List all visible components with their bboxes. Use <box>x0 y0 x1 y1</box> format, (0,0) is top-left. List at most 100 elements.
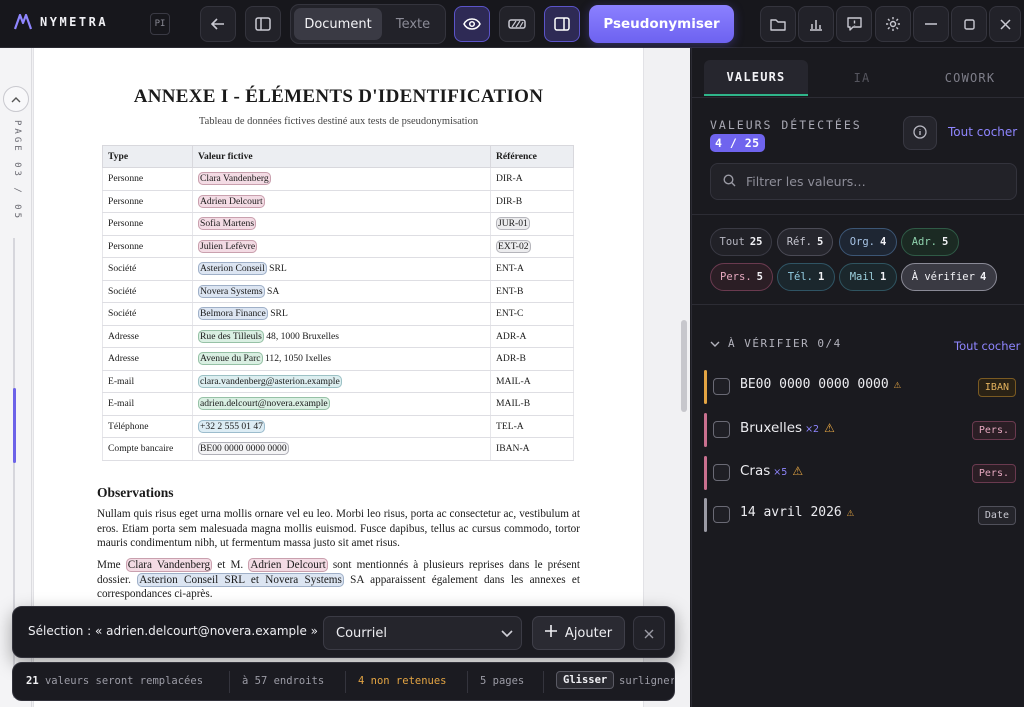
highlight-tel[interactable]: +32 2 555 01 47 <box>198 419 265 433</box>
value-checkbox[interactable] <box>713 506 730 523</box>
cell-value: Novera Systems SA <box>192 280 491 303</box>
add-button[interactable]: Ajouter <box>532 616 625 650</box>
filter-chip-ref[interactable]: Réf. 5 <box>777 228 833 256</box>
cell-reference: ADR-B <box>490 347 574 371</box>
highlight-organization[interactable]: Asterion Conseil SRL et Novera Systems <box>137 572 344 587</box>
highlight-adr[interactable]: Rue des Tilleuls <box>198 329 264 343</box>
maximize-icon <box>963 18 975 30</box>
chip-label: Mail <box>849 271 875 283</box>
chip-count: 5 <box>941 236 949 248</box>
add-button-label: Ajouter <box>564 625 613 641</box>
chip-label: Réf. <box>786 236 812 248</box>
filter-chip-all[interactable]: Tout 25 <box>710 228 772 256</box>
pseudonymize-button[interactable]: Pseudonymiser <box>589 5 734 43</box>
sidebar-toggle-button[interactable] <box>245 6 281 42</box>
mask-toggle-button[interactable] <box>499 6 535 42</box>
tab-ai[interactable]: IA <box>817 60 907 96</box>
identification-table: Type Valeur fictive Référence Personne Cl… <box>102 145 574 461</box>
close-icon <box>644 624 654 643</box>
cell-type: Société <box>102 257 193 281</box>
reference-value: ADR-A <box>496 330 527 342</box>
value-checkbox[interactable] <box>713 378 730 395</box>
settings-button[interactable] <box>875 6 911 42</box>
highlight-mail[interactable]: clara.vandenberg@asterion.example <box>198 374 342 388</box>
tab-cowork[interactable]: COWORK <box>924 60 1016 96</box>
highlight-adr[interactable]: adrien.delcourt@novera.example <box>198 397 330 411</box>
view-switcher: Document Texte <box>290 4 446 44</box>
highlight-adr[interactable]: Avenue du Parc <box>198 352 263 366</box>
close-window-button[interactable] <box>989 6 1021 42</box>
document-scrollbar[interactable] <box>681 320 687 412</box>
cell-reference: EXT-02 <box>490 235 574 258</box>
highlight-org[interactable]: Asterion Conseil <box>198 262 267 276</box>
chevron-up-icon <box>11 93 21 106</box>
reference-value[interactable]: EXT-02 <box>496 239 531 253</box>
view-tab-text[interactable]: Texte <box>384 8 442 40</box>
open-folder-button[interactable] <box>760 6 796 42</box>
panel-divider <box>692 214 1024 215</box>
to-verify-section-toggle[interactable]: À VÉRIFIER 0/4 <box>710 337 842 350</box>
back-button[interactable] <box>200 6 236 42</box>
view-tab-document[interactable]: Document <box>294 8 382 40</box>
info-button[interactable] <box>903 116 937 150</box>
value-row[interactable]: Bruxelles ×2 ⚠ Pers. <box>692 409 1024 451</box>
eye-icon <box>463 18 481 30</box>
chip-count: 5 <box>816 236 824 248</box>
cell-value: clara.vandenberg@asterion.example <box>192 370 491 393</box>
highlight-iban[interactable]: BE00 0000 0000 0000 <box>198 442 289 456</box>
cell-type: Personne <box>102 212 193 236</box>
para-text: et M. <box>212 559 249 571</box>
section-title: À VÉRIFIER 0/4 <box>728 337 842 350</box>
reference-value[interactable]: JUR-01 <box>496 217 530 231</box>
chip-label: Pers. <box>720 271 752 283</box>
highlight-person[interactable]: Clara Vandenberg <box>125 558 213 572</box>
warning-icon: ⚠ <box>824 421 835 435</box>
chip-label: Adr. <box>911 236 937 248</box>
dismiss-selection-button[interactable] <box>633 616 665 650</box>
panel-toggle-button[interactable] <box>544 6 580 42</box>
stats-button[interactable] <box>798 6 834 42</box>
value-row[interactable]: 14 avril 2026 ⚠ Date <box>692 494 1024 536</box>
value-row[interactable]: BE00 0000 0000 0000 ⚠ IBAN <box>692 366 1024 408</box>
collapse-pages-button[interactable] <box>3 86 29 112</box>
tab-values[interactable]: VALEURS <box>704 60 808 96</box>
comments-button[interactable] <box>836 6 872 42</box>
cell-value: Adrien Delcourt <box>192 190 491 213</box>
highlight-org[interactable]: Belmora Finance <box>198 307 268 321</box>
table-row: Adresse Avenue du Parc 112, 1050 Ixelles A… <box>102 347 574 371</box>
highlight-org[interactable]: Novera Systems <box>198 284 265 298</box>
document-title: ANNEXE I - ÉLÉMENTS D'IDENTIFICATION <box>133 86 544 107</box>
value-checkbox[interactable] <box>713 421 730 438</box>
filter-chip-org[interactable]: Org. 4 <box>839 228 897 256</box>
section-check-all-link[interactable]: Tout cocher <box>954 339 1020 353</box>
filter-chip-adr[interactable]: Adr. 5 <box>901 228 959 256</box>
filter-chip-mail[interactable]: Mail 1 <box>839 263 897 291</box>
page-track-thumb[interactable] <box>13 388 16 463</box>
chip-count: 1 <box>817 271 825 283</box>
maximize-button[interactable] <box>951 6 987 42</box>
value-text: Cras <box>740 463 771 479</box>
category-select[interactable]: Courriel <box>323 616 522 650</box>
cell-value-suffix: SRL <box>267 308 288 320</box>
table-row: E-mail adrien.delcourt@novera.example MAIL… <box>102 392 574 416</box>
filter-chip-check[interactable]: À vérifier 4 <box>901 263 997 291</box>
preview-toggle-button[interactable] <box>454 6 490 42</box>
highlight-person[interactable]: Adrien Delcourt <box>248 558 328 572</box>
not-kept-count[interactable]: 4 non retenues <box>358 675 447 687</box>
highlight-pers[interactable]: Clara Vandenberg <box>198 172 271 186</box>
highlight-pers[interactable]: Sofia Martens <box>198 217 257 231</box>
filter-input[interactable]: Filtrer les valeurs… <box>710 163 1017 200</box>
table-row: Personne Sofia Martens JUR-01 <box>102 212 574 236</box>
shortcut-key: Glisser <box>556 671 615 689</box>
cell-value-suffix: SRL <box>266 263 287 275</box>
filter-chip-pers[interactable]: Pers. 5 <box>710 263 773 291</box>
highlight-pers[interactable]: Adrien Delcourt <box>198 194 265 208</box>
minimize-button[interactable] <box>913 6 949 42</box>
filter-chip-tel[interactable]: Tél. 1 <box>777 263 835 291</box>
value-checkbox[interactable] <box>713 464 730 481</box>
check-all-link[interactable]: Tout cocher <box>948 125 1017 139</box>
highlight-pers[interactable]: Julien Lefèvre <box>198 239 258 253</box>
value-row[interactable]: Cras ×5 ⚠ Pers. <box>692 452 1024 494</box>
table-header-row: Type Valeur fictive Référence <box>102 145 574 168</box>
warning-icon: ⚠ <box>792 464 804 478</box>
